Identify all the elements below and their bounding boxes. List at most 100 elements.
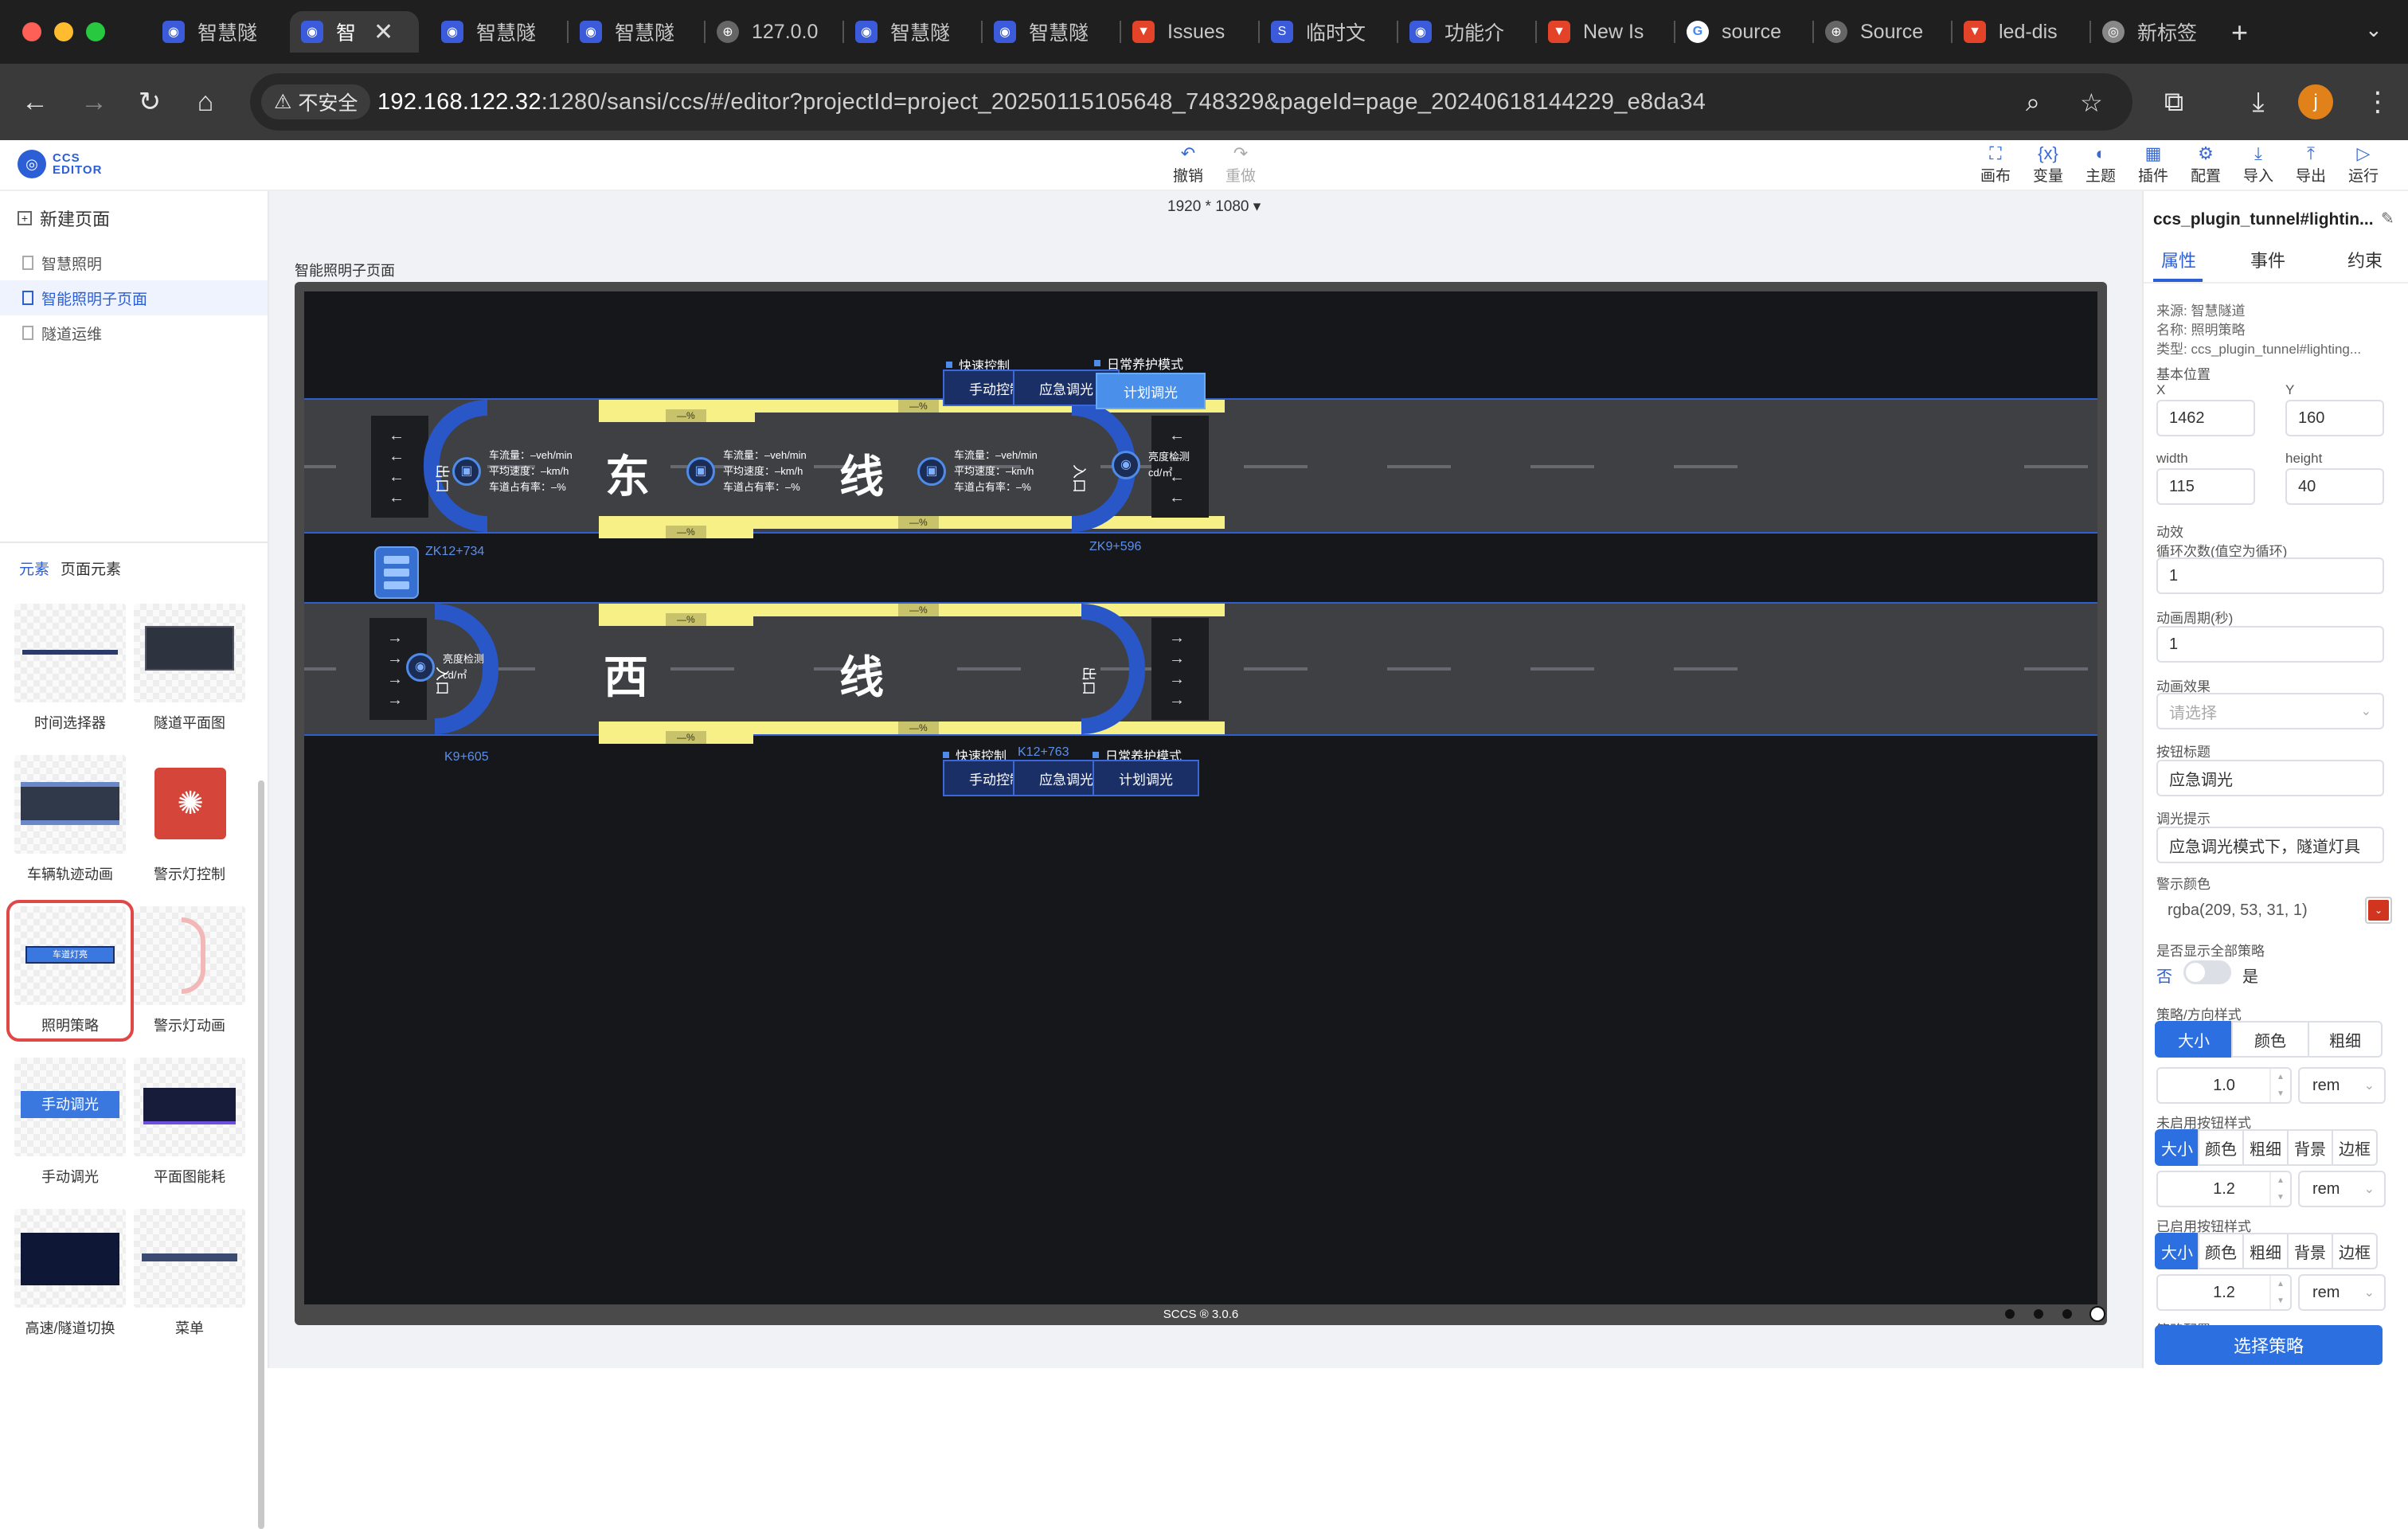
theme-tool-button[interactable]: ◐ 主题	[2077, 143, 2125, 186]
download-icon[interactable]: ⤓	[2239, 83, 2277, 121]
maximize-window-button[interactable]	[86, 22, 105, 41]
tab-page-elements[interactable]: 页面元素	[61, 557, 121, 579]
tab-events[interactable]: 事件	[2250, 247, 2285, 272]
resolution-select[interactable]: 1920 * 1080 ▾	[1167, 197, 1261, 216]
tunnel-lighting-screen[interactable]: —% —% —% —% ← ← ← ← ← ← ← ← 出口 入口 ▣ 车流量：…	[304, 291, 2097, 1304]
back-icon[interactable]: ←	[16, 83, 54, 121]
y-input[interactable]: 160	[2285, 400, 2384, 436]
left-panel-scrollbar[interactable]	[258, 780, 264, 1529]
forward-icon[interactable]: →	[75, 83, 113, 121]
page-item[interactable]: 隧道运维	[0, 315, 268, 350]
address-bar[interactable]: ⚠ 不安全 192.168.122.32:1280/sansi/ccs/#/edi…	[250, 73, 2132, 131]
new-page-button[interactable]: + 新建页面	[18, 205, 110, 231]
component-warning-light-control[interactable]: ✺ 警示灯控制	[132, 755, 247, 884]
component-manual-dimming[interactable]: 手动调光 手动调光	[13, 1058, 127, 1187]
component-time-picker[interactable]: 时间选择器	[13, 604, 127, 733]
spin-up-icon[interactable]: ▲	[2277, 1280, 2285, 1289]
dimming-hint-input[interactable]: 应急调光模式下，隧道灯具	[2156, 827, 2384, 863]
component-highway-tunnel-switch[interactable]: 高速/隧道切换	[13, 1209, 127, 1338]
browser-tab[interactable]: ⊕ Source	[1814, 11, 1948, 53]
browser-tab[interactable]: ◉ 智慧隧	[983, 11, 1116, 53]
active-size-stepper[interactable]: 1.2 ▲ ▼	[2156, 1274, 2292, 1311]
page-item[interactable]: 智慧照明	[0, 245, 268, 280]
close-tab-icon[interactable]: ✕	[373, 18, 393, 46]
inactive-unit-select[interactable]: rem ⌄	[2298, 1171, 2386, 1207]
browser-tab[interactable]: ◉ 智慧隧	[430, 11, 562, 53]
bookmark-star-icon[interactable]: ☆	[2080, 88, 2103, 118]
zoom-icon[interactable]: ⌕	[2026, 88, 2040, 118]
x-input[interactable]: 1462	[2156, 400, 2255, 436]
lane-light-bar[interactable]: —%	[599, 731, 753, 744]
page-item-active[interactable]: 智能照明子页面	[0, 280, 268, 315]
seg-weight[interactable]: 粗细	[2242, 1233, 2289, 1269]
power-icon[interactable]	[2089, 1306, 2105, 1322]
component-tunnel-plan[interactable]: 隧道平面图	[132, 604, 247, 733]
plugin-tool-button[interactable]: ▦ 插件	[2129, 143, 2177, 186]
browser-tab[interactable]: ◉ 智慧隧	[151, 11, 287, 53]
loop-count-input[interactable]: 1	[2156, 557, 2384, 594]
direction-size-stepper[interactable]: 1.0 ▲ ▼	[2156, 1067, 2292, 1104]
tab-properties[interactable]: 属性	[2161, 247, 2196, 272]
button-title-input[interactable]: 应急调光	[2156, 760, 2384, 796]
height-input[interactable]: 40	[2285, 468, 2384, 505]
edit-icon[interactable]: ✎	[2381, 209, 2394, 229]
active-unit-select[interactable]: rem ⌄	[2298, 1274, 2386, 1311]
seg-border[interactable]: 边框	[2332, 1233, 2378, 1269]
seg-color[interactable]: 颜色	[2198, 1129, 2244, 1166]
profile-avatar[interactable]: j	[2298, 84, 2333, 119]
animation-period-input[interactable]: 1	[2156, 626, 2384, 663]
lane-light-bar[interactable]: —%	[599, 613, 753, 626]
reload-icon[interactable]: ↻	[131, 83, 169, 121]
lane-light-bar[interactable]: —%	[599, 526, 753, 538]
show-all-strategy-toggle[interactable]	[2183, 960, 2231, 984]
direction-unit-select[interactable]: rem ⌄	[2298, 1067, 2386, 1104]
component-vehicle-track[interactable]: 车辆轨迹动画	[13, 755, 127, 884]
browser-tab[interactable]: ⊕ 127.0.0	[706, 11, 839, 53]
component-plan-energy[interactable]: 平面图能耗	[132, 1058, 247, 1187]
warning-color-input[interactable]: rgba(209, 53, 31, 1)	[2156, 892, 2344, 929]
width-input[interactable]: 115	[2156, 468, 2255, 505]
seg-weight[interactable]: 粗细	[2308, 1021, 2383, 1058]
import-tool-button[interactable]: ⤓ 导入	[2234, 143, 2282, 186]
undo-button[interactable]: ↶ 撤销	[1164, 143, 1212, 186]
seg-color[interactable]: 颜色	[2198, 1233, 2244, 1269]
stage-dot-button[interactable]	[2062, 1309, 2072, 1319]
spin-up-icon[interactable]: ▲	[2277, 1073, 2285, 1081]
seg-size[interactable]: 大小	[2155, 1233, 2199, 1269]
new-tab-icon[interactable]: +	[2231, 16, 2248, 49]
server-icon[interactable]	[374, 546, 419, 599]
component-menu[interactable]: 菜单	[132, 1209, 247, 1338]
seg-weight[interactable]: 粗细	[2242, 1129, 2289, 1166]
close-window-button[interactable]	[22, 22, 41, 41]
seg-size[interactable]: 大小	[2155, 1021, 2233, 1058]
variable-tool-button[interactable]: {x} 变量	[2024, 143, 2072, 186]
component-lighting-strategy[interactable]: 车道灯亮 照明策略	[6, 900, 134, 1042]
spin-down-icon[interactable]: ▼	[2277, 1193, 2285, 1202]
redo-button[interactable]: ↷ 重做	[1217, 143, 1265, 186]
lane-light-bar[interactable]: —%	[599, 409, 755, 422]
seg-border[interactable]: 边框	[2332, 1129, 2378, 1166]
plan-dimming-button[interactable]: 计划调光	[1093, 760, 1199, 796]
browser-tab[interactable]: ▼ New Is	[1537, 11, 1671, 53]
tab-constraints[interactable]: 约束	[2347, 247, 2383, 272]
browser-tab[interactable]: ◉ 智慧隧	[844, 11, 978, 53]
home-icon[interactable]: ⌂	[186, 83, 225, 121]
run-tool-button[interactable]: ▷ 运行	[2340, 143, 2387, 186]
canvas-tool-button[interactable]: ⛶ 画布	[1972, 143, 2019, 186]
spin-down-icon[interactable]: ▼	[2277, 1089, 2285, 1098]
browser-tab[interactable]: S 临时文	[1260, 11, 1394, 53]
tab-elements[interactable]: 元素	[19, 557, 49, 579]
inactive-size-stepper[interactable]: 1.2 ▲ ▼	[2156, 1171, 2292, 1207]
security-warning[interactable]: ⚠ 不安全	[261, 84, 371, 119]
component-warning-light-animation[interactable]: 警示灯动画	[132, 906, 247, 1035]
browser-tab[interactable]: ▼ led-dis	[1953, 11, 2086, 53]
config-tool-button[interactable]: ⚙ 配置	[2182, 143, 2230, 186]
plan-dimming-button[interactable]: 计划调光	[1096, 373, 1206, 409]
seg-color[interactable]: 颜色	[2231, 1021, 2309, 1058]
seg-background[interactable]: 背景	[2287, 1233, 2333, 1269]
menu-kebab-icon[interactable]: ⋮	[2359, 83, 2397, 121]
export-tool-button[interactable]: ⤒ 导出	[2287, 143, 2335, 186]
browser-tab[interactable]: ◉ 智慧隧	[569, 11, 701, 53]
browser-tab-active[interactable]: ◉ 智 ✕	[290, 11, 419, 53]
animation-effect-select[interactable]: 请选择 ⌄	[2156, 693, 2384, 729]
